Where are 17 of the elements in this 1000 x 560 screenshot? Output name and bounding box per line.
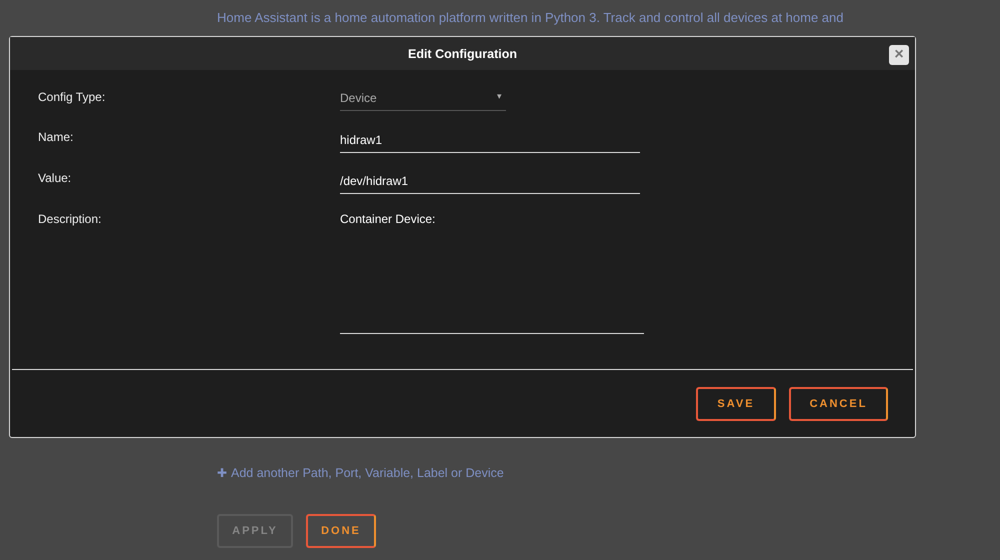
close-button[interactable]: × xyxy=(889,45,909,65)
description-field[interactable]: Container Device: xyxy=(340,210,644,334)
field-label: Name: xyxy=(38,129,74,144)
add-link-label: Add another Path, Port, Variable, Label or Device xyxy=(231,466,504,480)
save-button[interactable]: SAVE xyxy=(696,386,776,420)
done-button[interactable]: DONE xyxy=(306,514,376,548)
caret-icon: ▾ xyxy=(497,91,502,110)
field-label: Value: xyxy=(38,170,72,185)
field-label: Description: xyxy=(38,211,102,226)
cancel-button[interactable]: CANCEL xyxy=(789,386,888,420)
config-type-select[interactable]: Device ▾ xyxy=(340,88,506,111)
field-label: Config Type: xyxy=(38,89,106,104)
plus-icon: ✚ xyxy=(217,466,227,480)
text-field[interactable]: hidraw1 xyxy=(340,128,640,153)
dialog-title: Edit Configuration xyxy=(408,46,517,60)
app-description: Home Assistant is a home automation platform written in Python 3. Track and control all devices at home and xyxy=(217,9,844,26)
text-field[interactable]: /dev/hidraw1 xyxy=(340,169,640,194)
